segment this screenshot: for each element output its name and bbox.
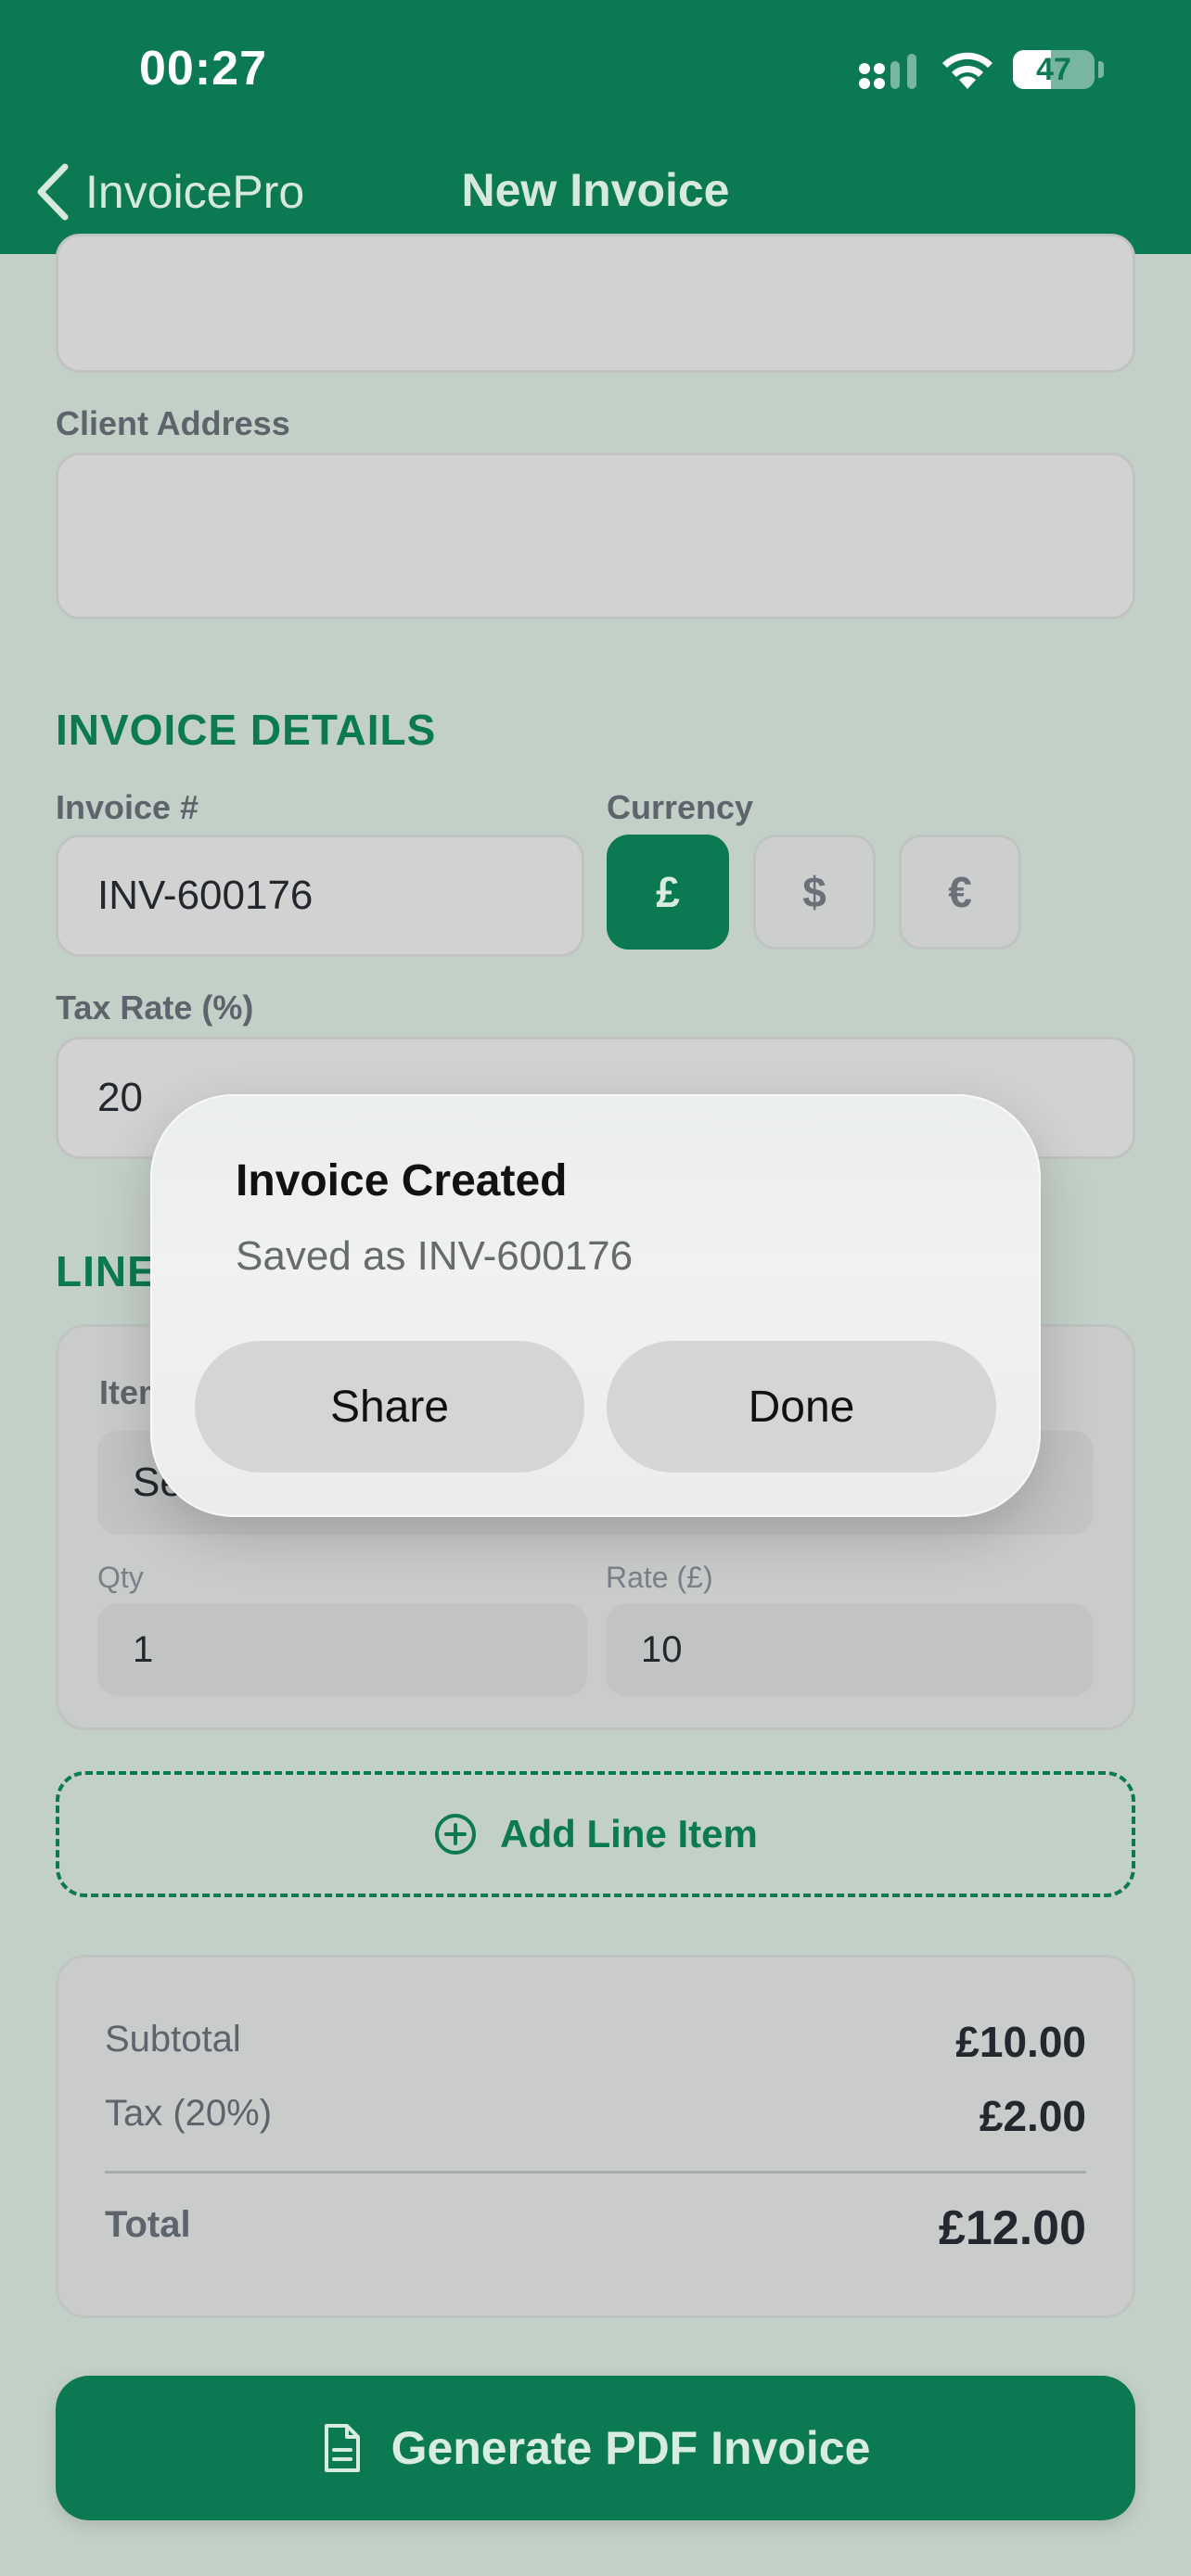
rate-input[interactable]: 10 xyxy=(606,1603,1094,1696)
share-button[interactable]: Share xyxy=(195,1341,584,1473)
totals-card: Subtotal £10.00 Tax (20%) £2.00 Total £1… xyxy=(56,1955,1135,2318)
battery-level: 47 xyxy=(1036,52,1071,87)
total-label: Total xyxy=(105,2204,191,2245)
invoice-number-input[interactable]: INV-600176 xyxy=(56,835,584,957)
line-items-heading: LINE xyxy=(56,1247,157,1295)
invoice-details-heading: INVOICE DETAILS xyxy=(56,706,437,754)
client-address-input[interactable] xyxy=(56,453,1135,619)
cellular-signal-icon xyxy=(859,54,916,89)
qty-label: Qty xyxy=(97,1561,144,1594)
totals-divider xyxy=(105,2171,1086,2174)
battery-icon: 47 xyxy=(1013,50,1095,89)
client-address-label: Client Address xyxy=(56,404,290,442)
document-icon xyxy=(324,2424,360,2472)
currency-gbp-button[interactable]: £ xyxy=(607,835,729,950)
alert-title: Invoice Created xyxy=(236,1156,568,1205)
currency-usd-button[interactable]: $ xyxy=(753,835,876,950)
status-time: 00:27 xyxy=(139,42,267,96)
generate-pdf-button[interactable]: Generate PDF Invoice xyxy=(56,2376,1135,2520)
invoice-number-value: INV-600176 xyxy=(97,873,314,918)
subtotal-label: Subtotal xyxy=(105,2019,241,2060)
rate-value: 10 xyxy=(641,1628,683,1670)
add-line-item-label: Add Line Item xyxy=(500,1812,758,1855)
tax-rate-value: 20 xyxy=(97,1075,143,1120)
currency-eur-button[interactable]: € xyxy=(899,835,1021,950)
currency-label: Currency xyxy=(607,788,754,826)
tax-label: Tax (20%) xyxy=(105,2093,273,2134)
done-button[interactable]: Done xyxy=(607,1341,996,1473)
alert-message: Saved as INV-600176 xyxy=(236,1233,634,1279)
add-line-item-button[interactable]: Add Line Item xyxy=(56,1771,1135,1897)
generate-pdf-label: Generate PDF Invoice xyxy=(391,2422,871,2474)
wifi-icon xyxy=(942,52,992,89)
total-value: £12.00 xyxy=(938,2201,1086,2255)
tax-value: £2.00 xyxy=(979,2092,1086,2140)
tax-rate-label: Tax Rate (%) xyxy=(56,988,254,1027)
client-name-input[interactable] xyxy=(56,234,1135,373)
subtotal-value: £10.00 xyxy=(955,2018,1086,2066)
page-title: New Invoice xyxy=(461,164,730,216)
qty-input[interactable]: 1 xyxy=(97,1603,587,1696)
rate-label: Rate (£) xyxy=(606,1561,713,1594)
qty-value: 1 xyxy=(133,1628,154,1670)
invoice-number-label: Invoice # xyxy=(56,788,199,826)
app-header: 00:27 47 InvoicePro New Invoice xyxy=(0,0,1191,254)
invoice-created-alert: Invoice Created Saved as INV-600176 Shar… xyxy=(150,1094,1041,1517)
battery-tip xyxy=(1098,61,1104,78)
plus-circle-icon xyxy=(435,1814,477,1855)
